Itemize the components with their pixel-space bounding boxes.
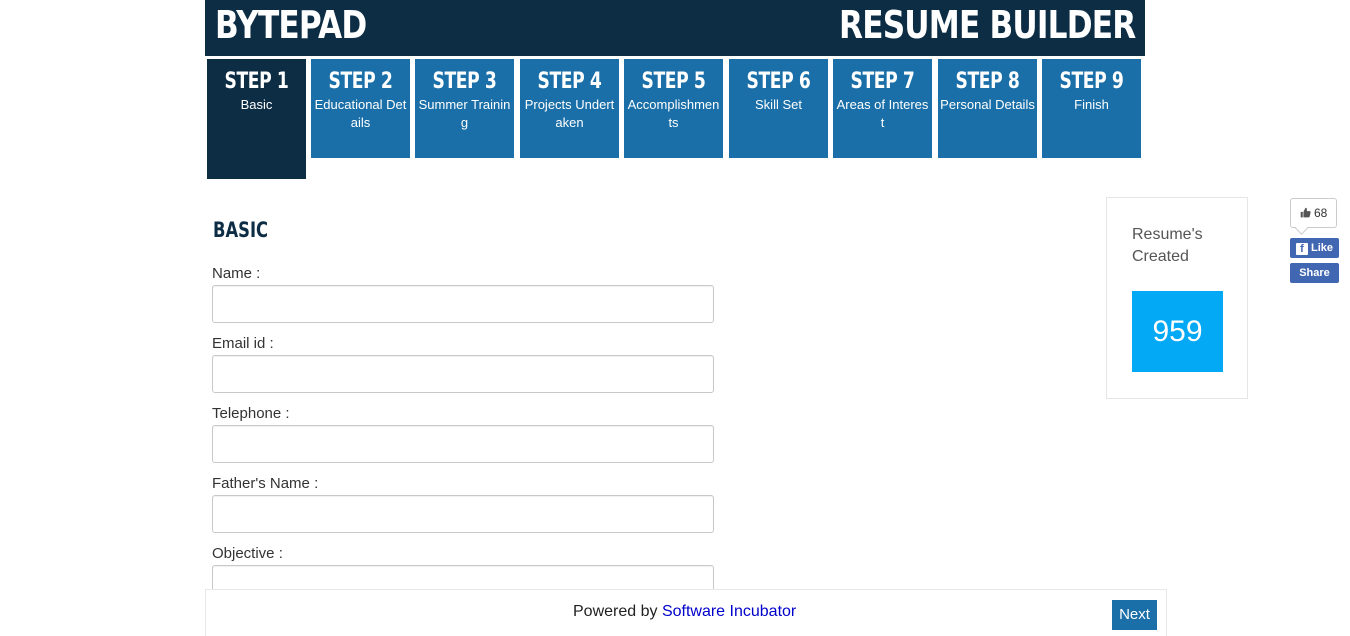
app-title: RESUME BUILDER <box>838 3 1136 47</box>
brand-logo[interactable]: BYTEPAD <box>215 3 367 47</box>
name-input[interactable] <box>212 285 714 323</box>
step-number: STEP 8 <box>955 69 1020 94</box>
step-6-tab[interactable]: STEP 6 Skill Set <box>729 59 828 158</box>
step-number: STEP 7 <box>850 69 915 94</box>
step-2-tab[interactable]: STEP 2 Educational Details <box>311 59 410 158</box>
facebook-share-button[interactable]: Share <box>1290 263 1339 283</box>
step-label: Projects Undertaken <box>524 97 615 130</box>
facebook-icon: f <box>1295 243 1308 255</box>
site-header: BYTEPAD RESUME BUILDER <box>205 0 1145 56</box>
step-5-tab[interactable]: STEP 5 Accomplishments <box>624 59 723 158</box>
step-7-tab[interactable]: STEP 7 Areas of Interest <box>833 59 932 158</box>
step-3-tab[interactable]: STEP 3 Summer Training <box>415 59 514 158</box>
footer-bar: Powered by Software Incubator Next <box>205 589 1167 636</box>
step-label: Areas of Interest <box>836 97 929 130</box>
step-label: Accomplishments <box>627 97 720 130</box>
step-label: Basic <box>240 97 273 112</box>
step-4-tab[interactable]: STEP 4 Projects Undertaken <box>520 59 619 158</box>
father-name-input[interactable] <box>212 495 714 533</box>
email-label: Email id : <box>212 335 274 352</box>
telephone-input[interactable] <box>212 425 714 463</box>
resume-counter-panel: Resume's Created 959 <box>1106 197 1248 399</box>
step-label: Educational Details <box>314 97 407 130</box>
step-number: STEP 5 <box>641 69 706 94</box>
like-count-bubble: 68 <box>1290 198 1337 228</box>
father-name-label: Father's Name : <box>212 475 319 492</box>
thumbs-up-icon <box>1300 206 1314 220</box>
name-label: Name : <box>212 265 261 282</box>
facebook-like-button[interactable]: f Like <box>1290 238 1339 258</box>
software-incubator-link[interactable]: Software Incubator <box>662 603 796 620</box>
section-title: BASIC <box>213 218 269 242</box>
resume-counter-value: 959 <box>1132 291 1223 372</box>
step-number: STEP 3 <box>432 69 497 94</box>
step-number: STEP 2 <box>328 69 393 94</box>
step-number: STEP 9 <box>1059 69 1124 94</box>
telephone-label: Telephone : <box>212 405 290 422</box>
next-button[interactable]: Next <box>1112 600 1157 630</box>
like-count: 68 <box>1313 206 1328 220</box>
resume-counter-title: Resume's Created <box>1132 226 1203 265</box>
step-number: STEP 1 <box>224 69 289 94</box>
email-input[interactable] <box>212 355 714 393</box>
step-9-tab[interactable]: STEP 9 Finish <box>1042 59 1141 158</box>
step-number: STEP 4 <box>537 69 602 94</box>
powered-by-prefix: Powered by <box>573 603 662 620</box>
like-label: Like <box>1310 242 1333 254</box>
step-label: Skill Set <box>755 97 802 112</box>
powered-by-text: Powered by Software Incubator <box>573 603 796 621</box>
objective-label: Objective : <box>212 545 283 562</box>
step-number: STEP 6 <box>746 69 811 94</box>
step-label: Finish <box>1074 97 1109 112</box>
step-label: Summer Training <box>418 97 511 130</box>
step-navigation: STEP 1 Basic STEP 2 Educational Details … <box>207 59 1147 179</box>
step-label: Personal Details <box>940 97 1035 112</box>
step-8-tab[interactable]: STEP 8 Personal Details <box>938 59 1037 158</box>
step-1-tab[interactable]: STEP 1 Basic <box>207 59 306 179</box>
